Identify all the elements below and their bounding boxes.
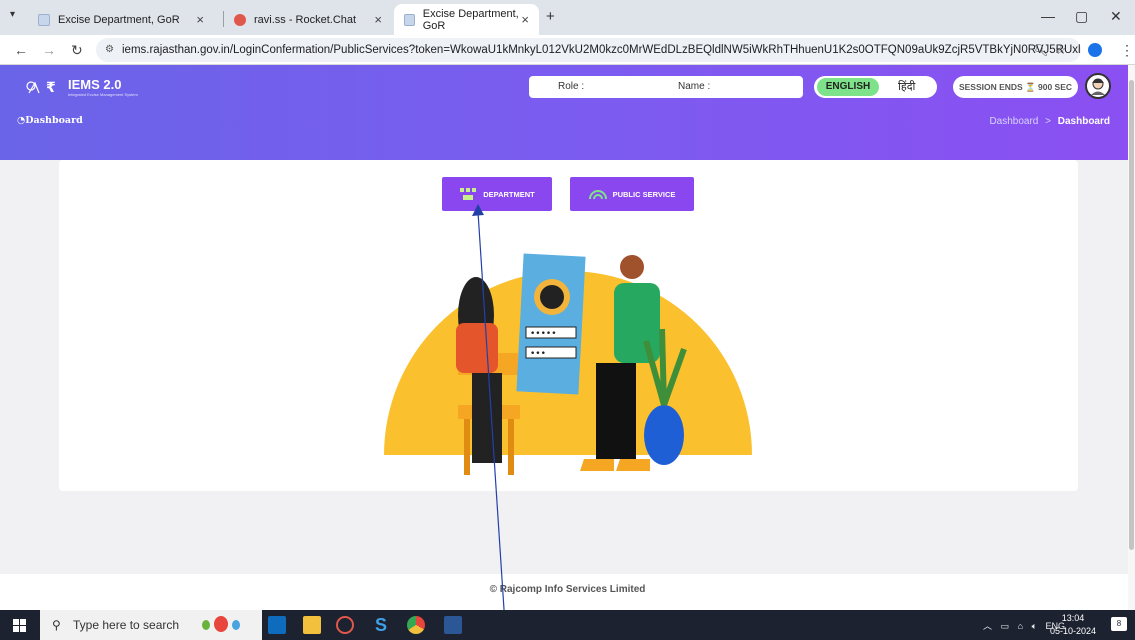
word-icon[interactable] bbox=[444, 616, 462, 634]
site-info-icon[interactable]: ⚙ bbox=[105, 38, 114, 62]
public-service-button[interactable]: PUBLIC SERVICE bbox=[570, 177, 694, 211]
battery-icon[interactable]: ▭ bbox=[1001, 621, 1010, 631]
login-illustration: ••••• ••• bbox=[384, 253, 752, 475]
english-button[interactable]: ENGLISH bbox=[817, 78, 879, 96]
clock-time: 13:04 bbox=[1061, 613, 1085, 623]
volume-icon[interactable]: 🔈︎ bbox=[1032, 621, 1037, 631]
minimize-icon[interactable]: — bbox=[1041, 8, 1055, 24]
avatar[interactable] bbox=[1085, 73, 1111, 99]
footer: © Rajcomp Info Services Limited bbox=[0, 574, 1135, 610]
browser-tab-bar: ▾ Excise Department, GoR × ravi.ss - Roc… bbox=[0, 0, 1135, 35]
name-label: Name : bbox=[678, 81, 711, 92]
search-icon: ⚲ bbox=[52, 618, 61, 632]
tab-excise-active[interactable]: Excise Department, GoR × bbox=[394, 4, 539, 35]
tab-list-chevron-icon[interactable]: ▾ bbox=[10, 9, 15, 20]
tab-excise-1[interactable]: Excise Department, GoR × bbox=[28, 4, 214, 35]
hindi-button[interactable]: हिंदी bbox=[898, 78, 915, 96]
taskbar-search-input[interactable]: ⚲ Type here to search bbox=[40, 610, 262, 640]
tab-label: ravi.ss - Rocket.Chat bbox=[254, 13, 357, 26]
close-icon[interactable]: × bbox=[521, 12, 529, 27]
language-toggle: ENGLISH हिंदी bbox=[814, 76, 937, 98]
menu-kebab-icon[interactable]: ⋮ bbox=[1120, 42, 1134, 59]
clock-date: 05-10-2024 bbox=[1050, 626, 1097, 636]
windows-start-icon[interactable] bbox=[13, 619, 26, 632]
emblem-icon: ₹ bbox=[26, 80, 56, 95]
notification-center-icon[interactable]: 8 bbox=[1111, 617, 1127, 631]
tray-expand-icon[interactable]: ︿ bbox=[983, 621, 992, 631]
annotation-arrow bbox=[472, 204, 507, 640]
url-text: iems.rajasthan.gov.in/LoginConfermation/… bbox=[122, 44, 1081, 56]
app-header: ₹ IEMS 2.0 Integrated Excise Management … bbox=[0, 65, 1135, 160]
document-icon bbox=[404, 13, 415, 26]
bookmark-star-icon[interactable]: ☆ bbox=[1055, 42, 1067, 58]
breadcrumb-current: Dashboard bbox=[1057, 116, 1110, 127]
close-icon[interactable]: × bbox=[196, 12, 204, 27]
svg-text:₹: ₹ bbox=[46, 80, 56, 95]
scrollbar-thumb[interactable] bbox=[1129, 80, 1134, 550]
copyright-text: © Rajcomp Info Services Limited bbox=[489, 584, 646, 595]
url-field[interactable]: ⚙ iems.rajasthan.gov.in/LoginConfermatio… bbox=[96, 38, 1081, 62]
chat-app-icon[interactable] bbox=[336, 616, 354, 634]
document-icon bbox=[38, 13, 50, 26]
close-icon[interactable]: × bbox=[374, 12, 382, 27]
profile-icon[interactable] bbox=[1088, 43, 1102, 57]
tab-rocket-chat[interactable]: ravi.ss - Rocket.Chat × bbox=[224, 4, 392, 35]
svg-text:•••: ••• bbox=[530, 349, 546, 359]
tab-label: Excise Department, GoR bbox=[422, 7, 519, 32]
logo-title: IEMS 2.0 bbox=[68, 77, 122, 92]
window-close-icon[interactable]: ✕ bbox=[1110, 8, 1122, 25]
role-name-box: Role : Name : bbox=[529, 76, 803, 98]
file-explorer-icon[interactable] bbox=[303, 616, 321, 634]
iems-logo[interactable]: ₹ IEMS 2.0 Integrated Excise Management … bbox=[26, 77, 138, 97]
browser-address-bar: ← → ↻ ⚙ iems.rajasthan.gov.in/LoginConfe… bbox=[0, 35, 1135, 65]
taskbar-clock[interactable]: 13:04 05-10-2024 bbox=[1050, 612, 1096, 638]
breadcrumb-parent[interactable]: Dashboard bbox=[989, 116, 1038, 127]
new-tab-icon[interactable]: + bbox=[546, 8, 555, 25]
outlook-icon[interactable] bbox=[268, 616, 286, 634]
chrome-icon[interactable] bbox=[407, 616, 425, 634]
logo-subtitle: Integrated Excise Management System bbox=[68, 92, 138, 97]
rocket-chat-icon bbox=[234, 13, 246, 26]
zoom-icon[interactable]: 🔍︎ bbox=[1033, 43, 1048, 57]
reload-icon[interactable]: ↻ bbox=[71, 42, 83, 59]
breadcrumb-separator: > bbox=[1045, 116, 1051, 127]
page-title: ◔Dashboard bbox=[17, 115, 83, 126]
tab-label: Excise Department, GoR bbox=[58, 13, 180, 26]
network-icon[interactable]: ⌂ bbox=[1018, 621, 1023, 631]
role-label: Role : bbox=[558, 81, 585, 92]
public-service-icon bbox=[588, 190, 607, 200]
back-icon[interactable]: ← bbox=[14, 42, 28, 58]
maximize-icon[interactable]: ▢ bbox=[1075, 8, 1088, 25]
breadcrumb: Dashboard > Dashboard bbox=[989, 116, 1110, 127]
skype-icon[interactable]: S bbox=[372, 616, 390, 634]
search-highlight-icon bbox=[200, 616, 258, 634]
svg-text:•••••: ••••• bbox=[530, 329, 557, 339]
windows-taskbar: ⚲ Type here to search S ︿ ▭ ⌂ 🔈︎ ENG 13:… bbox=[0, 610, 1135, 640]
department-icon bbox=[460, 188, 477, 200]
session-timer: SESSION ENDS ⏳ 900 SEC bbox=[953, 76, 1078, 98]
forward-icon[interactable]: → bbox=[42, 42, 56, 58]
user-avatar-icon bbox=[1091, 78, 1105, 95]
